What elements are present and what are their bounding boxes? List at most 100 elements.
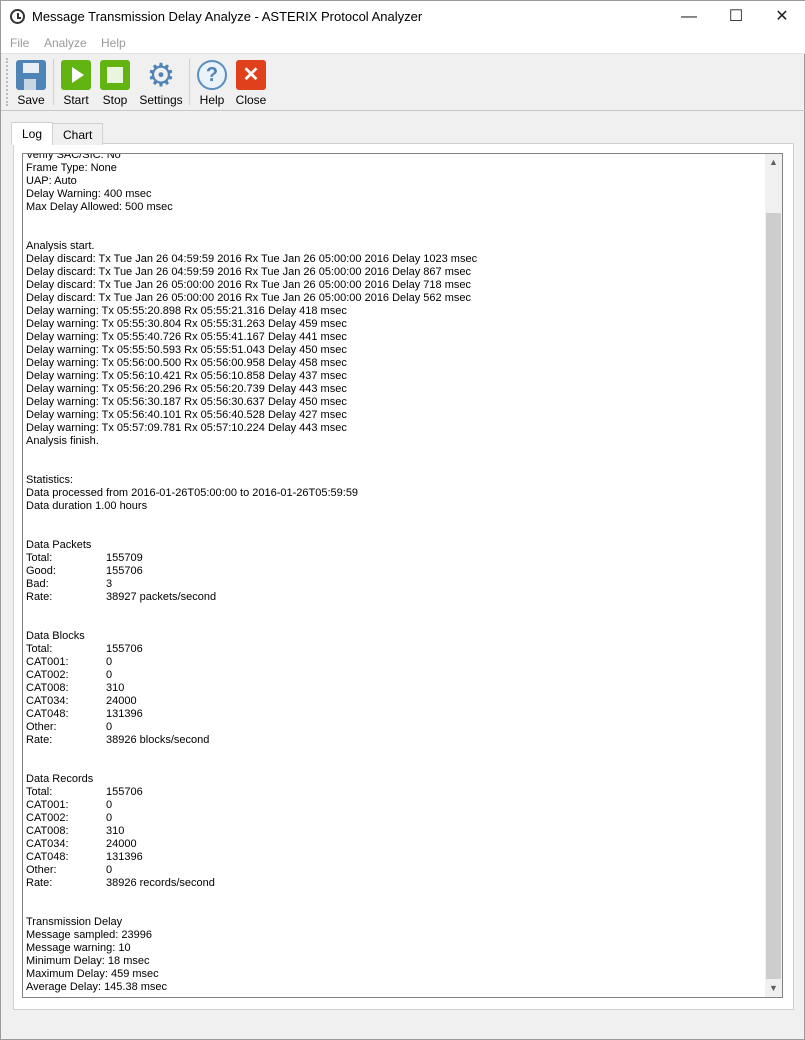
log-line: Max Delay Allowed: 500 msec	[26, 201, 173, 213]
menu-analyze[interactable]: Analyze	[44, 36, 87, 50]
play-icon	[61, 60, 91, 90]
log-line: Transmission Delay	[26, 916, 123, 928]
close-button[interactable]: ✕ Close	[235, 60, 267, 107]
log-key: Good:	[26, 565, 56, 577]
floppy-disk-icon	[16, 60, 46, 90]
log-textbox[interactable]: Verify SAC/SIC: No Frame Type: None UAP: A…	[22, 153, 783, 998]
log-key: Total:	[26, 552, 53, 564]
log-line: CAT001: 0	[26, 656, 764, 669]
log-line: Statistics:	[26, 474, 74, 486]
log-key: Other:	[26, 864, 57, 876]
log-line: Rate: 38926 blocks/second	[26, 734, 764, 747]
minimize-button[interactable]: —	[666, 1, 712, 32]
scroll-down-arrow-icon[interactable]: ▼	[765, 980, 782, 997]
tab-log[interactable]: Log	[11, 122, 54, 145]
log-key: CAT034:	[26, 695, 69, 707]
log-line: CAT001: 0	[26, 799, 764, 812]
log-line: Analysis start.	[26, 240, 95, 252]
log-value: 155706	[106, 643, 143, 655]
log-line: Total: 155706	[26, 643, 764, 656]
log-line: Other: 0	[26, 864, 764, 877]
log-value: 0	[106, 799, 113, 811]
log-value: 131396	[106, 851, 143, 863]
maximize-button[interactable]: ☐	[713, 1, 759, 32]
close-x-icon: ✕	[236, 60, 266, 90]
log-line: Delay warning: Tx 05:55:40.726 Rx 05:55:…	[26, 331, 347, 343]
log-value: 0	[106, 812, 113, 824]
log-line: Total: 155706	[26, 786, 764, 799]
log-key: Rate:	[26, 734, 53, 746]
log-line: Delay discard: Tx Tue Jan 26 05:00:00 20…	[26, 279, 471, 291]
question-icon: ?	[197, 60, 227, 90]
start-button[interactable]: Start	[59, 60, 93, 107]
log-value: 310	[106, 825, 125, 837]
log-key: CAT002:	[26, 669, 69, 681]
log-value: 38926 blocks/second	[106, 734, 210, 746]
log-line: CAT048: 131396	[26, 708, 764, 721]
log-key: CAT008:	[26, 825, 69, 837]
close-window-button[interactable]: ✕	[759, 1, 805, 32]
log-key: Rate:	[26, 591, 53, 603]
stop-button[interactable]: Stop	[99, 60, 131, 107]
log-key: Rate:	[26, 877, 53, 889]
log-line: CAT008: 310	[26, 825, 764, 838]
log-key: Other:	[26, 721, 57, 733]
log-line: CAT008: 310	[26, 682, 764, 695]
log-line: Verify SAC/SIC: No	[26, 153, 121, 161]
log-line: Data Blocks	[26, 630, 85, 642]
log-value: 3	[106, 578, 113, 590]
settings-button[interactable]: ⚙ Settings	[139, 59, 183, 107]
log-value: 131396	[106, 708, 143, 720]
log-line: CAT048: 131396	[26, 851, 764, 864]
log-line: Bad: 3	[26, 578, 764, 591]
vertical-scrollbar[interactable]: ▲ ▼	[765, 154, 782, 997]
log-line: Maximum Delay: 459 msec	[26, 968, 159, 980]
log-line: Data duration 1.00 hours	[26, 500, 148, 512]
log-line: Delay discard: Tx Tue Jan 26 04:59:59 20…	[26, 266, 471, 278]
log-value: 155709	[106, 552, 143, 564]
save-button[interactable]: Save	[15, 60, 47, 107]
log-key: CAT008:	[26, 682, 69, 694]
log-line: Frame Type: None	[26, 162, 117, 174]
log-line: CAT002: 0	[26, 669, 764, 682]
log-value: 155706	[106, 565, 143, 577]
log-line: CAT002: 0	[26, 812, 764, 825]
toolbar-separator	[53, 59, 54, 105]
menu-help[interactable]: Help	[101, 36, 126, 50]
menu-bar: File Analyze Help	[1, 32, 805, 54]
menu-file[interactable]: File	[10, 36, 29, 50]
scrollbar-thumb[interactable]	[766, 213, 781, 979]
window-title: Message Transmission Delay Analyze - AST…	[32, 9, 423, 24]
log-line: Delay warning: Tx 05:56:10.421 Rx 05:56:…	[26, 370, 347, 382]
log-line: Delay warning: Tx 05:55:20.898 Rx 05:55:…	[26, 305, 347, 317]
log-value: 155706	[106, 786, 143, 798]
log-value: 38926 records/second	[106, 877, 215, 889]
scroll-up-arrow-icon[interactable]: ▲	[765, 154, 782, 171]
log-line: Delay warning: Tx 05:55:50.593 Rx 05:55:…	[26, 344, 347, 356]
log-line: UAP: Auto	[26, 175, 77, 187]
log-line: Message warning: 10	[26, 942, 131, 954]
log-line: Good: 155706	[26, 565, 764, 578]
toolbar-grip[interactable]	[6, 58, 8, 106]
log-key: CAT034:	[26, 838, 69, 850]
log-line: Average Delay: 145.38 msec	[26, 981, 168, 993]
title-bar: Message Transmission Delay Analyze - AST…	[1, 1, 805, 32]
log-key: CAT048:	[26, 851, 69, 863]
log-line: CAT034: 24000	[26, 695, 764, 708]
log-key: CAT002:	[26, 812, 69, 824]
help-button[interactable]: ? Help	[196, 60, 228, 107]
log-key: CAT001:	[26, 799, 69, 811]
log-line: Delay discard: Tx Tue Jan 26 04:59:59 20…	[26, 253, 478, 265]
tab-chart[interactable]: Chart	[52, 123, 104, 145]
log-line: Delay Warning: 400 msec	[26, 188, 152, 200]
toolbar: Save Start Stop ⚙ Settings ? Help ✕ Clos…	[1, 54, 805, 111]
